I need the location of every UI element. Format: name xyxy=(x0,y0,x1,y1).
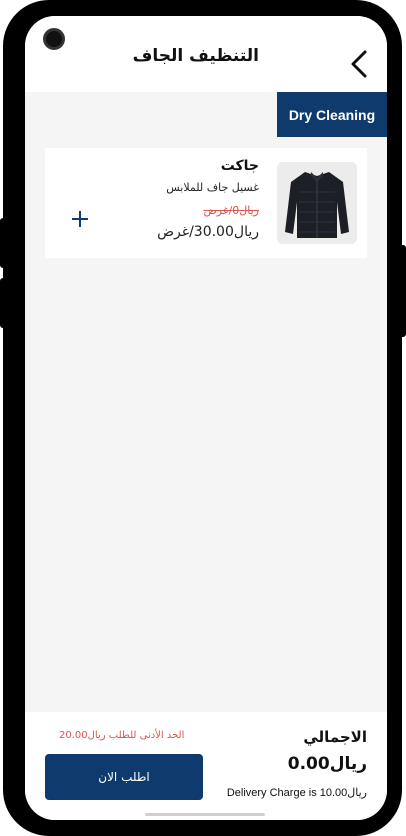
app-screen: التنظيف الجاف Dry Cleaning جاكت غسيل جاف… xyxy=(25,16,387,820)
app-header: التنظيف الجاف xyxy=(25,16,387,92)
chevron-left-icon xyxy=(351,50,367,78)
minimum-order-note: الحد الأدنى للطلب ريال20.00 xyxy=(59,730,185,741)
home-indicator xyxy=(145,813,265,816)
product-description: غسيل جاف للملابس xyxy=(166,181,259,194)
delivery-charge-note: Delivery Charge is ريال10.00 xyxy=(226,787,367,799)
back-button[interactable] xyxy=(345,46,375,82)
order-now-button[interactable]: اطلب الان xyxy=(45,754,203,800)
camera-icon xyxy=(43,28,65,50)
total-label: الاجمالي xyxy=(303,728,367,746)
checkout-footer: الاجمالي ريال0.00 Delivery Charge is ريا… xyxy=(25,712,387,820)
product-price: ريال30.00/غرض xyxy=(157,224,259,240)
volume-up-button xyxy=(0,218,8,268)
tab-dry-cleaning[interactable]: Dry Cleaning xyxy=(277,92,387,137)
product-name: جاكت xyxy=(220,158,259,174)
plus-icon xyxy=(72,211,88,227)
volume-down-button xyxy=(0,278,8,328)
product-old-price: ريال0/غرض xyxy=(203,204,259,217)
add-to-cart-button[interactable] xyxy=(65,204,95,234)
phone-frame: التنظيف الجاف Dry Cleaning جاكت غسيل جاف… xyxy=(3,0,402,836)
jacket-icon xyxy=(277,162,357,244)
total-amount: ريال0.00 xyxy=(287,754,367,774)
product-card[interactable]: جاكت غسيل جاف للملابس ريال0/غرض ريال30.0… xyxy=(45,148,367,258)
page-title: التنظيف الجاف xyxy=(132,46,259,66)
product-image xyxy=(277,162,357,244)
power-button xyxy=(398,245,406,337)
